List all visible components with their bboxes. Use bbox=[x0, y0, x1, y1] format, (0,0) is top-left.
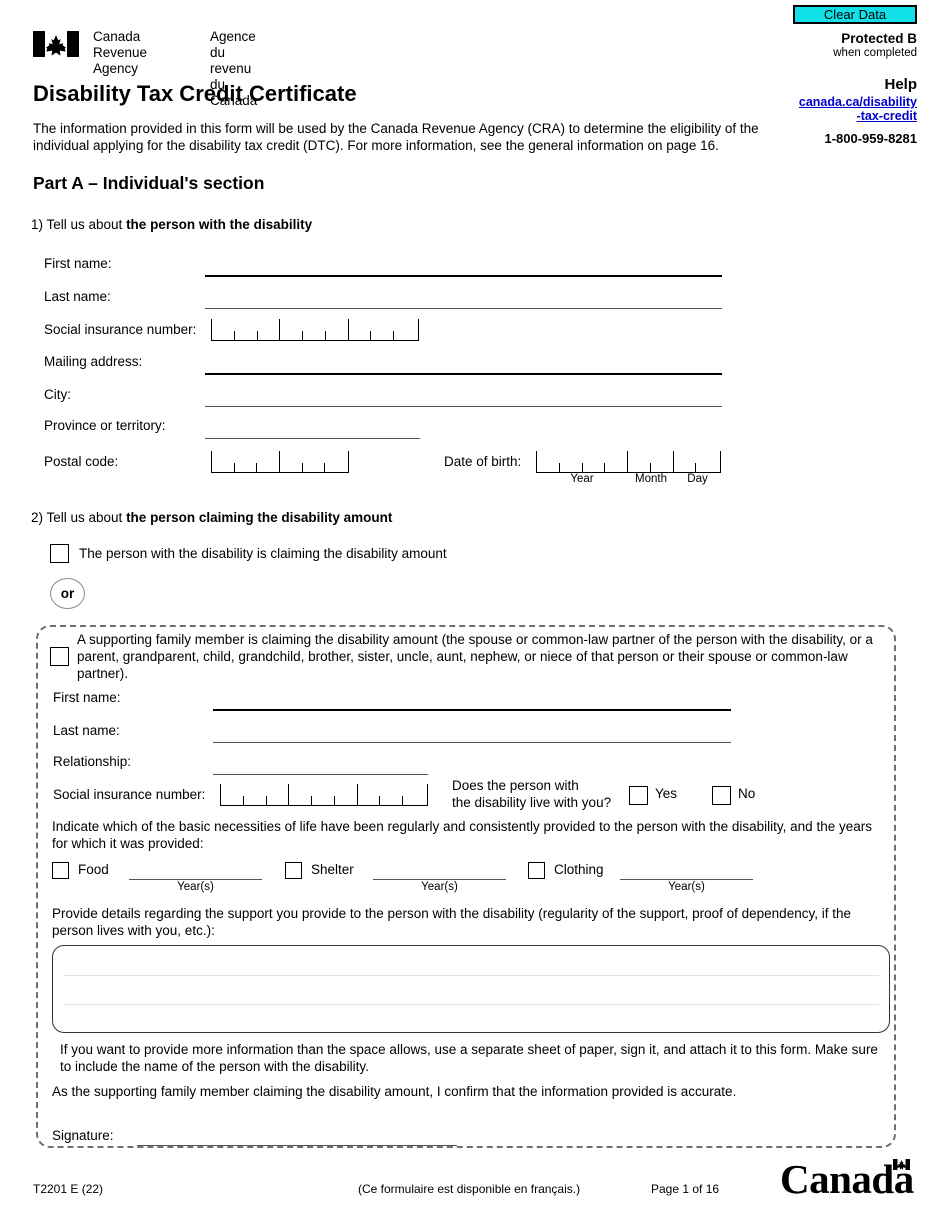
lives-with-you-yes-label: Yes bbox=[655, 786, 678, 801]
lives-with-you-line2: the disability live with you? bbox=[452, 795, 612, 810]
supporting-first-name-input[interactable] bbox=[213, 709, 731, 711]
date-of-birth-input[interactable] bbox=[536, 451, 721, 473]
more-info-note: If you want to provide more information … bbox=[60, 1042, 878, 1074]
shelter-label: Shelter bbox=[311, 862, 354, 877]
signature-input[interactable] bbox=[137, 1145, 457, 1146]
q1-prefix: 1) Tell us about bbox=[31, 217, 127, 232]
confirm-note: As the supporting family member claiming… bbox=[52, 1084, 737, 1099]
canada-flag-icon bbox=[33, 31, 79, 57]
clothing-label: Clothing bbox=[554, 862, 604, 877]
q2-bold: the person claiming the disability amoun… bbox=[126, 510, 393, 525]
supporting-first-name-label: First name: bbox=[53, 690, 121, 705]
supporting-intro-text: A supporting family member is claiming t… bbox=[77, 632, 873, 681]
lives-with-you-no-label: No bbox=[738, 786, 756, 801]
clothing-years-label: Year(s) bbox=[668, 881, 705, 893]
cra-name-english: Canada Revenue Agency bbox=[93, 29, 148, 76]
page-number: Page 1 of 16 bbox=[651, 1182, 720, 1196]
first-name-input[interactable] bbox=[205, 275, 722, 277]
supporting-last-name-label: Last name: bbox=[53, 723, 120, 738]
necessities-intro-text: Indicate which of the basic necessities … bbox=[52, 819, 872, 851]
checkbox-self-claim[interactable] bbox=[50, 544, 69, 563]
supporting-relationship-input[interactable] bbox=[213, 774, 428, 775]
textarea-rule bbox=[63, 975, 879, 976]
last-name-label: Last name: bbox=[44, 289, 111, 304]
first-name-label: First name: bbox=[44, 256, 112, 271]
food-years-input[interactable] bbox=[129, 879, 262, 880]
province-input[interactable] bbox=[205, 438, 420, 439]
food-years-label: Year(s) bbox=[177, 881, 214, 893]
mailing-address-label: Mailing address: bbox=[44, 354, 143, 369]
support-details-textarea[interactable] bbox=[52, 945, 890, 1033]
food-label: Food bbox=[78, 862, 109, 877]
canada-flag-icon bbox=[892, 1159, 910, 1170]
mailing-address-input[interactable] bbox=[205, 373, 722, 375]
shelter-years-input[interactable] bbox=[373, 879, 506, 880]
help-link-line1: canada.ca/disability bbox=[798, 95, 917, 109]
q1-bold: the person with the disability bbox=[126, 217, 313, 232]
help-heading: Help bbox=[884, 76, 917, 93]
sin-input[interactable] bbox=[211, 319, 419, 341]
postal-code-label: Postal code: bbox=[44, 454, 119, 469]
checkbox-lives-with-you-yes[interactable] bbox=[629, 786, 648, 805]
form-code: T2201 E (22) bbox=[33, 1182, 104, 1196]
province-label: Province or territory: bbox=[44, 418, 166, 433]
intro-paragraph: The information provided in this form wi… bbox=[33, 121, 759, 153]
q2-prefix: 2) Tell us about bbox=[31, 510, 127, 525]
supporting-sin-input[interactable] bbox=[220, 784, 428, 806]
question-2-heading: 2) Tell us about the person claiming the… bbox=[31, 510, 392, 525]
clear-data-button[interactable]: Clear Data bbox=[793, 5, 917, 24]
supporting-sin-label: Social insurance number: bbox=[53, 787, 206, 802]
shelter-years-label: Year(s) bbox=[421, 881, 458, 893]
french-availability-note: (Ce formulaire est disponible en françai… bbox=[358, 1182, 581, 1196]
signature-label: Signature: bbox=[52, 1128, 114, 1143]
postal-code-input[interactable] bbox=[211, 451, 349, 473]
question-1-heading: 1) Tell us about the person with the dis… bbox=[31, 217, 312, 232]
city-input[interactable] bbox=[205, 406, 722, 407]
help-link[interactable]: canada.ca/disability -tax-credit bbox=[717, 95, 917, 123]
dob-year-sublabel: Year bbox=[570, 473, 594, 485]
lives-with-you-line1: Does the person with bbox=[452, 778, 579, 793]
checkbox-food[interactable] bbox=[52, 862, 69, 879]
sin-label: Social insurance number: bbox=[44, 322, 197, 337]
last-name-input[interactable] bbox=[205, 308, 722, 309]
part-a-title: Part A – Individual's section bbox=[33, 173, 265, 193]
self-claim-label: The person with the disability is claimi… bbox=[79, 546, 447, 561]
details-prompt-text: Provide details regarding the support yo… bbox=[52, 906, 851, 938]
checkbox-supporting-claim[interactable] bbox=[50, 647, 69, 666]
form-page: Clear Data Protected B when completed He… bbox=[0, 0, 950, 1230]
city-label: City: bbox=[44, 387, 71, 402]
dob-month-sublabel: Month bbox=[635, 473, 667, 485]
protected-b-label: Protected B bbox=[841, 31, 917, 46]
checkbox-lives-with-you-no[interactable] bbox=[712, 786, 731, 805]
dob-day-sublabel: Day bbox=[687, 473, 708, 485]
page-title: Disability Tax Credit Certificate bbox=[33, 81, 357, 106]
or-separator: or bbox=[50, 578, 85, 609]
checkbox-shelter[interactable] bbox=[285, 862, 302, 879]
when-completed-label: when completed bbox=[833, 47, 917, 59]
textarea-rule bbox=[63, 1004, 879, 1005]
supporting-relationship-label: Relationship: bbox=[53, 754, 132, 769]
date-of-birth-label: Date of birth: bbox=[444, 454, 522, 469]
canada-wordmark: Canada bbox=[780, 1155, 914, 1203]
supporting-last-name-input[interactable] bbox=[213, 742, 731, 743]
clothing-years-input[interactable] bbox=[620, 879, 753, 880]
lives-with-you-question: Does the person with the disability live… bbox=[452, 777, 632, 811]
checkbox-clothing[interactable] bbox=[528, 862, 545, 879]
